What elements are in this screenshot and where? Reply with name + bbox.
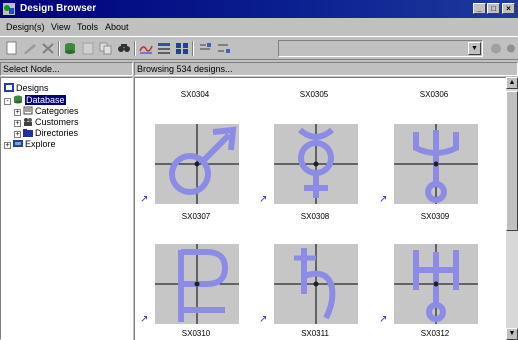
expand-toggle[interactable]: + bbox=[14, 131, 21, 138]
expand-toggle[interactable]: + bbox=[14, 109, 21, 116]
app-icon bbox=[3, 3, 15, 15]
stop-icon[interactable] bbox=[488, 41, 504, 56]
vertical-scrollbar[interactable]: ▲ ▼ bbox=[506, 77, 518, 340]
design-label[interactable]: SX0306 bbox=[389, 90, 479, 99]
scroll-up-button[interactable]: ▲ bbox=[506, 77, 518, 89]
expand-toggle[interactable]: + bbox=[4, 142, 11, 149]
mercury-symbol-icon bbox=[274, 124, 358, 204]
select-node-header: Select Node... bbox=[0, 62, 133, 76]
pluto-symbol-icon bbox=[155, 244, 239, 324]
design-label[interactable]: SX0304 bbox=[150, 90, 240, 99]
copy-icon[interactable] bbox=[98, 41, 114, 56]
tree-label: Customers bbox=[35, 117, 79, 127]
trident-symbol-icon bbox=[394, 124, 478, 204]
menu-tools[interactable]: Tools bbox=[77, 22, 98, 32]
toolbar-separator bbox=[192, 41, 194, 56]
design-label[interactable]: SX0311 bbox=[270, 329, 360, 338]
sort-icon[interactable] bbox=[198, 41, 214, 56]
categories-icon bbox=[23, 106, 33, 115]
design-grid: SX0304 SX0305 SX0306 ↗ SX0307 ↗ SX0308 ↗… bbox=[134, 77, 506, 340]
tree-item-explore[interactable]: + Explore bbox=[4, 139, 56, 150]
design-thumbnail-sx0307[interactable] bbox=[155, 124, 239, 204]
design-label[interactable]: SX0308 bbox=[270, 212, 360, 221]
tree-label: Explore bbox=[25, 139, 56, 149]
shortcut-arrow-icon: ↗ bbox=[259, 314, 268, 325]
tree-item-categories[interactable]: + Categories bbox=[14, 106, 79, 117]
database-tool-icon[interactable] bbox=[62, 41, 78, 56]
toolbar-separator bbox=[58, 41, 60, 56]
menu-view[interactable]: View bbox=[51, 22, 70, 32]
design-thumbnail-sx0308[interactable] bbox=[274, 124, 358, 204]
expand-toggle[interactable]: + bbox=[14, 120, 21, 127]
mars-symbol-icon bbox=[155, 124, 239, 204]
collapse-toggle[interactable]: - bbox=[4, 98, 11, 105]
scroll-down-button[interactable]: ▼ bbox=[506, 328, 518, 340]
tree-label: Directories bbox=[35, 128, 79, 138]
maximize-button[interactable]: □ bbox=[487, 3, 500, 14]
design-thumbnail-sx0309[interactable] bbox=[394, 124, 478, 204]
database-icon bbox=[14, 95, 22, 104]
menu-about[interactable]: About bbox=[105, 22, 129, 32]
shortcut-arrow-icon: ↗ bbox=[140, 194, 149, 205]
node-tree[interactable]: Designs - Database + Categories + Customers… bbox=[0, 77, 133, 340]
design-thumbnail-sx0312[interactable] bbox=[394, 244, 478, 324]
toolbar-separator bbox=[134, 41, 136, 56]
edit-icon[interactable] bbox=[22, 41, 38, 56]
designs-icon bbox=[4, 83, 14, 92]
scroll-thumb[interactable] bbox=[506, 91, 518, 231]
tree-item-customers[interactable]: + Customers bbox=[14, 117, 79, 128]
tree-item-directories[interactable]: + Directories bbox=[14, 128, 78, 139]
customers-icon bbox=[24, 118, 32, 126]
design-label[interactable]: SX0309 bbox=[390, 212, 480, 221]
properties-icon[interactable] bbox=[80, 41, 96, 56]
explore-icon bbox=[13, 140, 23, 147]
design-label[interactable]: SX0307 bbox=[151, 212, 241, 221]
title-bar[interactable]: Design Browser _ □ × bbox=[0, 0, 518, 18]
chevron-down-icon[interactable]: ▼ bbox=[468, 42, 481, 55]
delete-icon[interactable] bbox=[40, 41, 56, 56]
browsing-status-header: Browsing 534 designs... bbox=[134, 62, 518, 76]
menu-designs[interactable]: Design(s) bbox=[6, 22, 45, 32]
saturn-symbol-icon bbox=[274, 244, 358, 324]
thumbnail-view-icon[interactable] bbox=[174, 41, 190, 56]
design-label[interactable]: SX0310 bbox=[151, 329, 241, 338]
tree-item-database[interactable]: - Database bbox=[4, 95, 66, 106]
filter-icon[interactable] bbox=[216, 41, 232, 56]
toolbar: ▼ bbox=[0, 36, 518, 60]
tree-label: Database bbox=[25, 95, 66, 105]
close-button[interactable]: × bbox=[502, 3, 515, 14]
folder-icon bbox=[23, 129, 33, 137]
design-thumbnail-sx0310[interactable] bbox=[155, 244, 239, 324]
design-label[interactable]: SX0312 bbox=[390, 329, 480, 338]
uranus-symbol-icon bbox=[394, 244, 478, 324]
help-icon[interactable] bbox=[505, 41, 518, 56]
stitch-view-icon[interactable] bbox=[138, 41, 154, 56]
design-thumbnail-sx0311[interactable] bbox=[274, 244, 358, 324]
window-title: Design Browser bbox=[20, 3, 97, 14]
minimize-button[interactable]: _ bbox=[473, 3, 486, 14]
design-filter-combo[interactable]: ▼ bbox=[278, 40, 483, 57]
find-icon[interactable] bbox=[116, 41, 132, 56]
menu-bar: Design(s) View Tools About bbox=[0, 19, 518, 35]
design-browser-window: Design Browser _ □ × Design(s) View Tool… bbox=[0, 0, 518, 340]
tree-item-designs[interactable]: Designs bbox=[4, 83, 49, 94]
new-icon[interactable] bbox=[4, 41, 20, 56]
shortcut-arrow-icon: ↗ bbox=[140, 314, 149, 325]
shortcut-arrow-icon: ↗ bbox=[379, 194, 388, 205]
shortcut-arrow-icon: ↗ bbox=[379, 314, 388, 325]
tree-label: Categories bbox=[35, 106, 79, 116]
design-label[interactable]: SX0305 bbox=[269, 90, 359, 99]
tree-label: Designs bbox=[16, 83, 49, 93]
list-view-icon[interactable] bbox=[156, 41, 172, 56]
shortcut-arrow-icon: ↗ bbox=[259, 194, 268, 205]
